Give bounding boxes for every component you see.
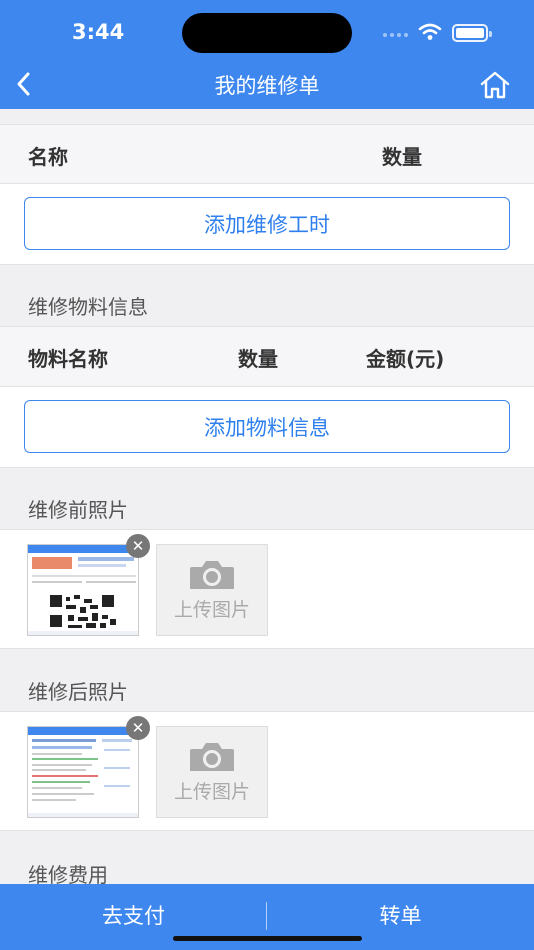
camera-icon [190, 560, 234, 589]
materials-col-amount: 金额(元) [366, 347, 445, 371]
before-photo-thumbnail[interactable] [27, 544, 139, 636]
upload-before-photo-button[interactable]: 上传图片 [156, 544, 268, 636]
battery-icon [452, 24, 492, 42]
materials-col-name: 物料名称 [28, 347, 108, 371]
after-photos-title: 维修后照片 [28, 680, 128, 704]
upload-label: 上传图片 [173, 598, 250, 621]
upload-after-photo-button[interactable]: 上传图片 [156, 726, 268, 818]
page-title: 我的维修单 [214, 74, 320, 98]
status-time: 3:44 [72, 20, 125, 44]
labor-col-quantity: 数量 [382, 145, 422, 169]
add-material-button[interactable]: 添加物料信息 [24, 400, 510, 453]
bottom-action-bar: 去支付 转单 [0, 884, 534, 950]
materials-table-header: 物料名称 数量 金额(元) [0, 326, 534, 387]
upload-label: 上传图片 [173, 780, 250, 803]
cellular-signal-icon [383, 33, 408, 37]
materials-add-block: 添加物料信息 [0, 387, 534, 468]
labor-add-block: 添加维修工时 [0, 184, 534, 265]
camera-icon [190, 742, 234, 771]
before-photos-title: 维修前照片 [28, 498, 128, 522]
status-bar: 3:44 [0, 0, 534, 62]
dynamic-island [182, 13, 352, 53]
app-header: 3:44 我的维修单 [0, 0, 534, 109]
home-icon [480, 71, 510, 99]
after-photo-thumbnail[interactable] [27, 726, 139, 818]
labor-table-header: 名称 数量 [0, 124, 534, 184]
fees-section-title: 维修费用 [28, 863, 108, 884]
before-photos-row: ✕ 上传图片 [0, 529, 534, 649]
remove-before-photo-button[interactable]: ✕ [126, 534, 150, 558]
wifi-icon [418, 22, 442, 46]
add-labor-button[interactable]: 添加维修工时 [24, 197, 510, 250]
home-indicator[interactable] [173, 936, 362, 941]
materials-col-quantity: 数量 [238, 347, 278, 371]
repair-order-content[interactable]: 名称 数量 添加维修工时 维修物料信息 物料名称 数量 金额(元) 添加物料信息… [0, 109, 534, 884]
labor-col-name: 名称 [28, 145, 68, 169]
home-button[interactable] [476, 66, 514, 104]
materials-section-title: 维修物料信息 [28, 295, 148, 319]
remove-after-photo-button[interactable]: ✕ [126, 716, 150, 740]
after-photos-row: ✕ 上传图片 [0, 711, 534, 831]
